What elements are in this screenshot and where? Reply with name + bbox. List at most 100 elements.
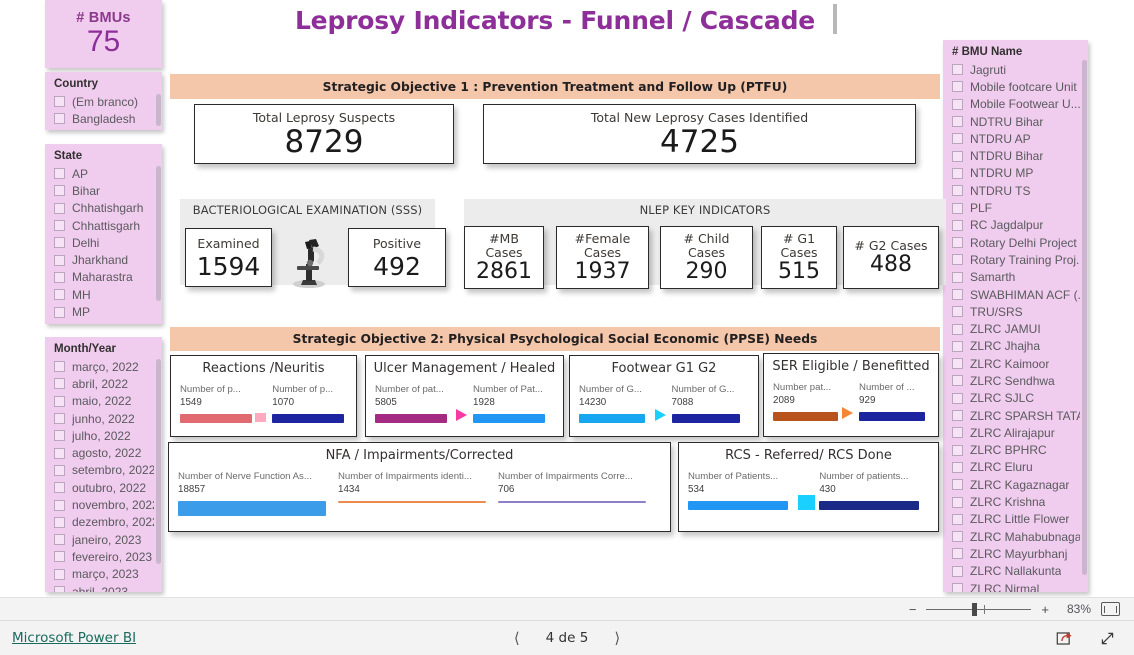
checkbox-icon[interactable] xyxy=(952,81,963,93)
slicer-item-bmu-name[interactable]: Samarth xyxy=(952,269,1080,286)
slicer-bmu-name-list[interactable]: Jagruti Mobile footcare Unit Mobile Footwe… xyxy=(952,61,1080,592)
slicer-item-month-year[interactable]: março, 2023 xyxy=(54,566,154,583)
checkbox-icon[interactable] xyxy=(54,254,65,266)
checkbox-icon[interactable] xyxy=(952,461,963,473)
checkbox-icon[interactable] xyxy=(952,340,963,352)
checkbox-icon[interactable] xyxy=(952,392,963,404)
checkbox-icon[interactable] xyxy=(54,96,65,108)
checkbox-icon[interactable] xyxy=(952,133,963,145)
zoom-toolbar[interactable]: − + 83% xyxy=(0,597,1134,620)
checkbox-icon[interactable] xyxy=(952,513,963,525)
slicer-item-bmu-name[interactable]: ZLRC SPARSH TATA xyxy=(952,407,1080,424)
slicer-item-bmu-name[interactable]: PLF xyxy=(952,199,1080,216)
slicer-item-bmu-name[interactable]: NTDRU TS xyxy=(952,182,1080,199)
checkbox-icon[interactable] xyxy=(54,586,65,592)
checkbox-icon[interactable] xyxy=(54,534,65,546)
slicer-item-bmu-name[interactable]: ZLRC Jhajha xyxy=(952,338,1080,355)
checkbox-icon[interactable] xyxy=(952,565,963,577)
zoom-slider-thumb[interactable] xyxy=(972,602,978,616)
panel-footwear-g1-g2[interactable]: Footwear G1 G2 Number of G... 14230 Number … xyxy=(569,355,759,437)
slicer-item-bmu-name[interactable]: SWABHIMAN ACF (... xyxy=(952,286,1080,303)
checkbox-icon[interactable] xyxy=(54,271,65,283)
funnel-stage-2089[interactable]: Number pat... 2089 xyxy=(773,382,842,421)
slicer-bmu-name-scrollbar[interactable] xyxy=(1082,60,1087,575)
checkbox-icon[interactable] xyxy=(952,583,963,592)
funnel-stage-7088[interactable]: Number of G... 7088 xyxy=(671,384,749,423)
slicer-item-month-year[interactable]: fevereiro, 2023 xyxy=(54,548,154,565)
panel-rcs-referred-done[interactable]: RCS - Referred/ RCS Done Number of Patien… xyxy=(678,442,939,532)
kpi-total-leprosy-suspects[interactable]: Total Leprosy Suspects 8729 xyxy=(194,104,454,164)
slicer-item-bmu-name[interactable]: ZLRC Kaimoor xyxy=(952,355,1080,372)
slicer-month-year[interactable]: Month/Year março, 2022 abril, 2022 maio, 2… xyxy=(45,337,162,592)
slicer-month-year-list[interactable]: março, 2022 abril, 2022 maio, 2022 junho, 2… xyxy=(54,358,154,592)
checkbox-icon[interactable] xyxy=(952,479,963,491)
slicer-item-month-year[interactable]: julho, 2022 xyxy=(54,427,154,444)
checkbox-icon[interactable] xyxy=(952,375,963,387)
checkbox-icon[interactable] xyxy=(54,378,65,390)
slicer-item-bmu-name[interactable]: NTDRU MP xyxy=(952,165,1080,182)
slicer-item-month-year[interactable]: agosto, 2022 xyxy=(54,444,154,461)
slicer-item-bmu-name[interactable]: ZLRC Kagaznagar xyxy=(952,476,1080,493)
slicer-item-month-year[interactable]: outubro, 2022 xyxy=(54,479,154,496)
slicer-item-bmu-name[interactable]: Jagruti xyxy=(952,61,1080,78)
checkbox-icon[interactable] xyxy=(54,237,65,249)
kpi-g1-cases[interactable]: # G1 Cases 515 xyxy=(761,226,837,289)
slicer-item-state[interactable]: Bihar xyxy=(54,182,154,199)
checkbox-icon[interactable] xyxy=(54,447,65,459)
slicer-item-bmu-name[interactable]: Mobile footcare Unit xyxy=(952,78,1080,95)
checkbox-icon[interactable] xyxy=(952,548,963,560)
slicer-item-bmu-name[interactable]: ZLRC Mayurbhanj xyxy=(952,545,1080,562)
checkbox-icon[interactable] xyxy=(952,219,963,231)
checkbox-icon[interactable] xyxy=(952,202,963,214)
checkbox-icon[interactable] xyxy=(54,113,65,125)
checkbox-icon[interactable] xyxy=(54,464,65,476)
funnel-stage-1434[interactable]: Number of Impairments identi... 1434 xyxy=(338,471,498,503)
slicer-item-state[interactable]: MP xyxy=(54,303,154,320)
chevron-right-icon[interactable]: ⟩ xyxy=(614,629,620,647)
slicer-item-state[interactable]: MH xyxy=(54,286,154,303)
slicer-item-month-year[interactable]: novembro, 2022 xyxy=(54,496,154,513)
checkbox-icon[interactable] xyxy=(952,410,963,422)
panel-ulcer-management[interactable]: Ulcer Management / Healed Number of pat..… xyxy=(365,355,564,437)
funnel-stage-929[interactable]: Number of ... 929 xyxy=(859,382,929,421)
slicer-item-bmu-name[interactable]: RC Jagdalpur xyxy=(952,217,1080,234)
slicer-item-month-year[interactable]: abril, 2022 xyxy=(54,375,154,392)
checkbox-icon[interactable] xyxy=(952,358,963,370)
zoom-slider[interactable] xyxy=(926,602,1032,616)
slicer-item-country[interactable]: (Em branco) xyxy=(54,93,154,110)
zoom-out-button[interactable]: − xyxy=(909,602,917,617)
slicer-item-state[interactable]: Chhattisgarh xyxy=(54,217,154,234)
fit-to-page-icon[interactable] xyxy=(1101,602,1120,616)
kpi-g2-cases[interactable]: # G2 Cases 488 xyxy=(843,226,939,289)
checkbox-icon[interactable] xyxy=(952,237,963,249)
slicer-item-state[interactable]: Delhi xyxy=(54,234,154,251)
checkbox-icon[interactable] xyxy=(54,202,65,214)
funnel-stage-5805[interactable]: Number of pat... 5805 xyxy=(375,384,456,423)
slicer-item-month-year[interactable]: maio, 2022 xyxy=(54,393,154,410)
slicer-state-scrollbar[interactable] xyxy=(156,166,161,301)
slicer-item-month-year[interactable]: setembro, 2022 xyxy=(54,462,154,479)
kpi-sss-positive[interactable]: Positive 492 xyxy=(348,228,446,287)
funnel-stage-18857[interactable]: Number of Nerve Function As... 18857 xyxy=(178,471,338,516)
slicer-state-list[interactable]: AP Bihar Chhatishgarh Chhattisgarh Delhi Jhar… xyxy=(54,165,154,321)
checkbox-icon[interactable] xyxy=(952,289,963,300)
kpi-female-cases[interactable]: #Female Cases 1937 xyxy=(556,226,649,289)
slicer-item-bmu-name[interactable]: ZLRC SJLC xyxy=(952,390,1080,407)
slicer-item-bmu-name[interactable]: ZLRC Alirajapur xyxy=(952,424,1080,441)
slicer-item-month-year[interactable]: abril, 2023 xyxy=(54,583,154,592)
checkbox-icon[interactable] xyxy=(54,430,65,442)
slicer-month-year-scrollbar[interactable] xyxy=(156,359,161,564)
checkbox-icon[interactable] xyxy=(54,413,65,425)
share-icon[interactable] xyxy=(1056,630,1073,647)
slicer-bmu-name[interactable]: # BMU Name Jagruti Mobile footcare Unit Mo… xyxy=(943,40,1088,592)
checkbox-icon[interactable] xyxy=(952,150,963,162)
funnel-stage-1070[interactable]: Number of p... 1070 xyxy=(272,384,347,423)
kpi-sss-examined[interactable]: Examined 1594 xyxy=(185,228,272,287)
panel-ser-eligible-benefitted[interactable]: SER Eligible / Benefitted Number pat... 20… xyxy=(763,353,939,437)
slicer-state[interactable]: State AP Bihar Chhatishgarh Chhattisgarh Del… xyxy=(45,144,162,324)
checkbox-icon[interactable] xyxy=(952,64,963,76)
funnel-stage-534[interactable]: Number of Patients... 534 xyxy=(688,471,798,510)
checkbox-icon[interactable] xyxy=(54,220,65,232)
funnel-stage-1928[interactable]: Number of Pat... 1928 xyxy=(473,384,554,423)
fullscreen-icon[interactable] xyxy=(1099,630,1116,647)
